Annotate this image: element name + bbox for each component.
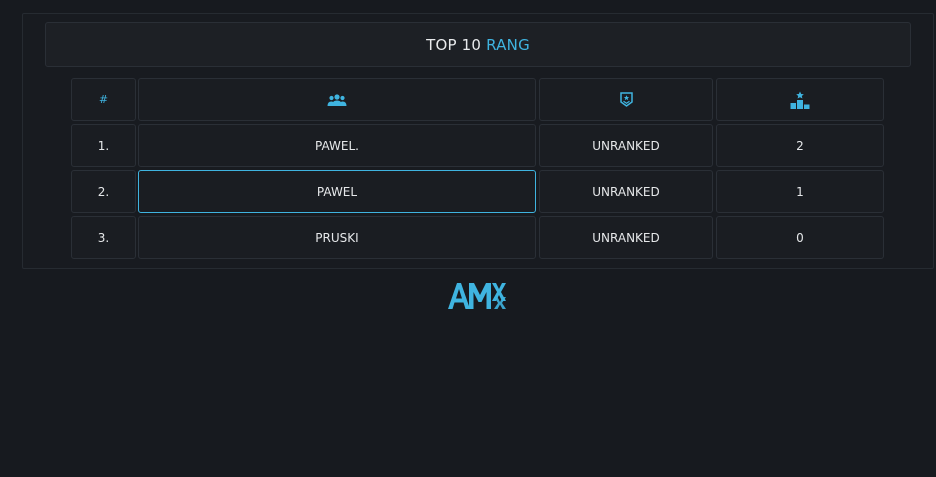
page-title: TOP 10 RANG — [45, 22, 911, 67]
row-2-rank: UNRANKED — [539, 170, 713, 213]
row-1-player-name[interactable]: PAWEL. — [138, 124, 536, 167]
title-part-rang: RANG — [486, 35, 530, 54]
row-2-points: 1 — [716, 170, 884, 213]
row-1-position: 1. — [71, 124, 136, 167]
amx-logo-icon — [447, 281, 509, 311]
ranking-panel: TOP 10 RANG # 1. PAWEL. UNRANKED 2 2. PA… — [22, 13, 934, 269]
row-1-points: 2 — [716, 124, 884, 167]
shield-badge-icon — [619, 92, 633, 107]
podium-icon — [790, 91, 810, 109]
row-3-position: 3. — [71, 216, 136, 259]
column-header-player — [138, 78, 536, 121]
column-header-rank — [539, 78, 713, 121]
column-header-points — [716, 78, 884, 121]
row-3-rank: UNRANKED — [539, 216, 713, 259]
row-2-player-name[interactable]: PAWEL — [138, 170, 536, 213]
title-part-top10: TOP 10 — [426, 35, 482, 54]
column-header-position: # — [71, 78, 136, 121]
row-1-rank: UNRANKED — [539, 124, 713, 167]
row-3-player-name[interactable]: PRUSKI — [138, 216, 536, 259]
users-icon — [327, 93, 347, 106]
row-3-points: 0 — [716, 216, 884, 259]
row-2-position: 2. — [71, 170, 136, 213]
